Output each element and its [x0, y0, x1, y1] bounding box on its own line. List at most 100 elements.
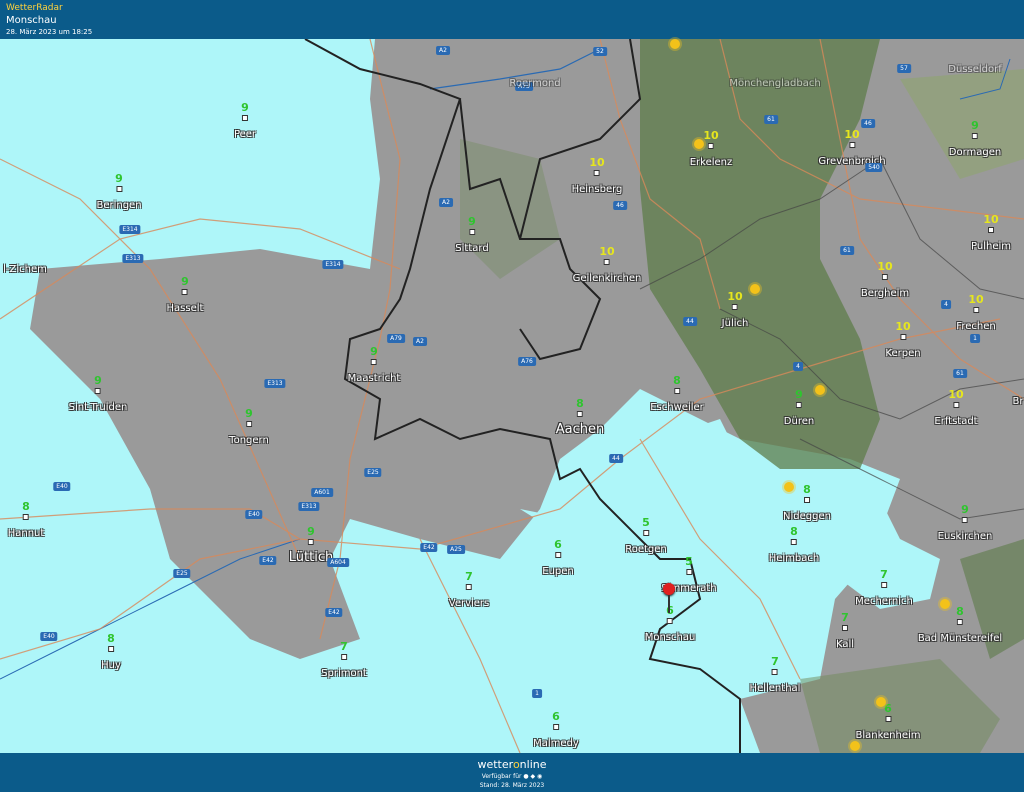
- city-heinsberg[interactable]: 10 Heinsberg: [572, 157, 623, 196]
- city-tongern[interactable]: 9 Tongern: [229, 408, 269, 447]
- temperature-value: 6: [554, 538, 562, 551]
- road-shield: 1: [532, 689, 542, 698]
- city-jülich[interactable]: 10 Jülich: [722, 291, 749, 330]
- city-maastricht[interactable]: 9 Maastricht: [348, 346, 401, 385]
- temperature-value: 8: [673, 374, 681, 387]
- location-pin-icon[interactable]: [663, 583, 675, 595]
- city-sittard[interactable]: 9 Sittard: [455, 216, 488, 255]
- road-shield: A25: [447, 545, 465, 554]
- road-shield: 61: [764, 115, 778, 124]
- city-name: Blankenheim: [855, 730, 921, 741]
- city-marker: [108, 646, 114, 652]
- road-shield: A2: [439, 198, 453, 207]
- city-name: Beringen: [96, 200, 142, 211]
- road-shield: 44: [683, 317, 697, 326]
- city-blankenheim[interactable]: 6 Blankenheim: [855, 703, 920, 742]
- city-marker: [962, 517, 968, 523]
- city-marker: [952, 402, 959, 408]
- city-kall[interactable]: 7 Kall: [836, 612, 854, 651]
- city-name: Aachen: [555, 422, 605, 437]
- road-shield: 52: [593, 47, 607, 56]
- temperature-value: 9: [115, 172, 123, 185]
- city-hasselt[interactable]: 9 Hasselt: [167, 276, 204, 315]
- city-monschau[interactable]: 6 Monschau: [645, 605, 696, 644]
- road-shield: E42: [259, 556, 277, 565]
- city-dormagen[interactable]: 9 Dormagen: [949, 120, 1001, 159]
- city-euskirchen[interactable]: 9 Euskirchen: [938, 504, 993, 543]
- city-geilenkirchen[interactable]: 10 Geilenkirchen: [573, 246, 642, 285]
- city-erftstadt[interactable]: 10 Erftstadt: [934, 389, 977, 428]
- road-shield: A2: [436, 46, 450, 55]
- city-marker: [552, 724, 559, 730]
- city-pulheim[interactable]: 10 Pulheim: [971, 214, 1011, 253]
- city-marker: [468, 229, 475, 235]
- city-beringen[interactable]: 9 Beringen: [96, 173, 141, 212]
- road-shield: E313: [298, 502, 320, 511]
- radar-map[interactable]: 9 Peer 9 Beringen 9 Hasselt 9 Sint-Truiden 9 Tong…: [0, 39, 1024, 753]
- sun-icon: [815, 385, 825, 395]
- city-mechernich[interactable]: 7 Mechernich: [855, 569, 913, 608]
- city-malmedy[interactable]: 6 Malmedy: [533, 711, 579, 750]
- temperature-value: 9: [961, 503, 969, 516]
- city-marker: [707, 143, 714, 149]
- city-marker: [594, 170, 600, 176]
- city-peer[interactable]: 9 Peer: [234, 102, 256, 141]
- city-name: Erkelenz: [689, 157, 733, 168]
- city-frechen[interactable]: 10 Frechen: [956, 294, 995, 333]
- city-hannut[interactable]: 8 Hannut: [8, 501, 45, 540]
- city-name: Bergheim: [860, 288, 910, 299]
- temperature-value: 7: [771, 655, 779, 668]
- city-huy[interactable]: 8 Huy: [101, 633, 121, 672]
- city-hellenthal[interactable]: 7 Hellenthal: [750, 656, 801, 695]
- road-shield: E40: [40, 632, 58, 641]
- city-aachen[interactable]: 8 Aachen: [556, 398, 604, 437]
- city-marker: [604, 259, 610, 265]
- city-sint-truiden[interactable]: 9 Sint-Truiden: [69, 375, 128, 414]
- city-name: Hannut: [7, 528, 45, 539]
- temperature-value: 9: [971, 119, 979, 132]
- app-title[interactable]: WetterRadar: [6, 3, 63, 13]
- city-bad-münstereifel[interactable]: 8 Bad Münstereifel: [918, 606, 1002, 645]
- temperature-value: 7: [465, 570, 473, 583]
- city-name: Euskirchen: [937, 531, 993, 542]
- city-name: Frechen: [956, 321, 996, 332]
- city-marker: [972, 133, 978, 139]
- sun-icon: [876, 697, 886, 707]
- temperature-value: 7: [841, 611, 849, 624]
- temperature-value: 9: [241, 101, 249, 114]
- city-heimbach[interactable]: 8 Heimbach: [769, 526, 820, 565]
- road-shield: E313: [122, 254, 144, 263]
- city-name: Jülich: [721, 318, 749, 329]
- city-marker: [884, 716, 891, 722]
- brand-logo[interactable]: wetteronline: [0, 758, 1024, 771]
- city-marker: [882, 274, 888, 280]
- road-shield: E42: [325, 608, 343, 617]
- temperature-value: 10: [895, 320, 911, 333]
- road-shield: 1: [970, 334, 980, 343]
- stand-text: Stand: 28. März 2023: [479, 782, 545, 789]
- city-marker: [881, 582, 887, 588]
- temperature-value: 6: [645, 605, 696, 617]
- temperature-value: 9: [181, 275, 189, 288]
- city-marker: [973, 307, 979, 313]
- temperature-value: 5: [685, 555, 693, 568]
- city-sprimont[interactable]: 7 Sprimont: [321, 641, 367, 680]
- sun-icon: [850, 741, 860, 751]
- city-düren[interactable]: 9 Düren: [784, 389, 814, 428]
- temperature-value: 8: [956, 605, 964, 618]
- city-marker: [466, 584, 472, 590]
- city-marker: [795, 402, 802, 408]
- temperature-value: 10: [948, 388, 964, 401]
- road-shield: A604: [327, 558, 349, 567]
- city-verviers[interactable]: 7 Verviers: [449, 571, 490, 610]
- location-title: Monschau: [6, 15, 57, 26]
- city-erkelenz[interactable]: 10 Erkelenz: [690, 130, 733, 169]
- road-shield: 46: [613, 201, 627, 210]
- city-eschweiler[interactable]: 8 Eschweiler: [650, 375, 704, 414]
- city-marker: [370, 359, 377, 365]
- city-bergheim[interactable]: 10 Bergheim: [861, 261, 909, 300]
- city-roetgen[interactable]: 5 Roetgen: [625, 517, 667, 556]
- city-kerpen[interactable]: 10 Kerpen: [885, 321, 920, 360]
- city-eupen[interactable]: 6 Eupen: [542, 539, 574, 578]
- city-marker: [957, 619, 963, 625]
